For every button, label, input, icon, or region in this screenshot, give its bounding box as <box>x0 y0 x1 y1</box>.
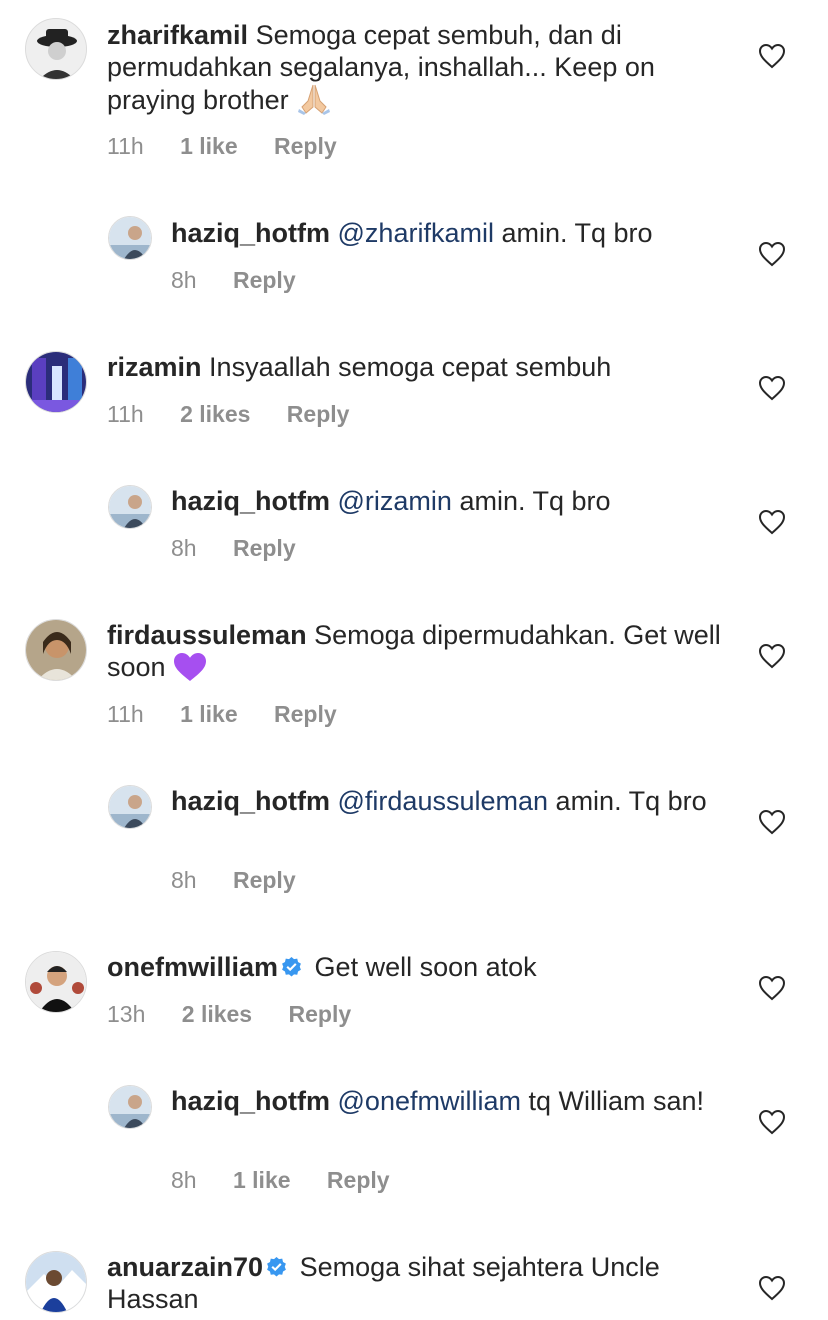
comment-time: 13h <box>107 1001 146 1027</box>
comment-time: 8h <box>171 867 197 893</box>
heart-outline-icon[interactable] <box>758 43 786 69</box>
heart-outline-icon[interactable] <box>758 509 786 535</box>
comment-time: 8h <box>171 267 197 293</box>
comment-username[interactable]: haziq_hotfm <box>171 1086 330 1116</box>
comment-meta: 11h 2 likes Reply <box>107 400 379 428</box>
reply-button[interactable]: Reply <box>327 1167 390 1193</box>
comment-username[interactable]: firdaussuleman <box>107 620 307 650</box>
reply-button[interactable]: Reply <box>233 267 296 293</box>
reply-button[interactable]: Reply <box>289 1001 352 1027</box>
avatar[interactable] <box>25 351 87 413</box>
avatar[interactable] <box>25 18 87 80</box>
reply-button[interactable]: Reply <box>287 401 350 427</box>
comment-text: haziq_hotfm @firdaussuleman amin. Tq bro <box>171 785 731 817</box>
mention-link[interactable]: @zharifkamil <box>338 218 494 248</box>
comment-body: amin. Tq bro <box>459 486 611 516</box>
comment-text: rizamin Insyaallah semoga cepat sembuh <box>107 351 737 383</box>
mention-link[interactable]: @onefmwilliam <box>338 1086 521 1116</box>
comment-text: anuarzain70 Semoga sihat sejahtera Uncle… <box>107 1251 737 1315</box>
heart-outline-icon[interactable] <box>758 975 786 1001</box>
reply-button[interactable]: Reply <box>233 535 296 561</box>
heart-outline-icon[interactable] <box>758 375 786 401</box>
comment-time: 11h <box>107 133 144 159</box>
comment-username[interactable]: anuarzain70 <box>107 1252 263 1282</box>
comment-time: 8h <box>171 535 197 561</box>
reply-button[interactable]: Reply <box>274 133 337 159</box>
avatar[interactable] <box>108 785 152 829</box>
avatar[interactable] <box>108 216 152 260</box>
comment-body: amin. Tq bro <box>501 218 653 248</box>
comment-meta: 11h 1 like Reply <box>107 132 367 160</box>
comment-meta: 8h Reply <box>171 866 326 894</box>
comment-time: 11h <box>107 401 144 427</box>
comment-username[interactable]: haziq_hotfm <box>171 218 330 248</box>
comment-likes[interactable]: 1 like <box>180 133 238 159</box>
purple-heart-icon <box>173 652 207 689</box>
avatar[interactable] <box>108 485 152 529</box>
comment-username[interactable]: haziq_hotfm <box>171 486 330 516</box>
comment-likes[interactable]: 2 likes <box>182 1001 252 1027</box>
verified-badge-icon <box>267 1256 286 1277</box>
avatar[interactable] <box>25 619 87 681</box>
comment-meta: 8h 1 like Reply <box>171 1166 420 1194</box>
comment-username[interactable]: onefmwilliam <box>107 952 278 982</box>
heart-outline-icon[interactable] <box>758 241 786 267</box>
comment-text: haziq_hotfm @zharifkamil amin. Tq bro <box>171 217 731 249</box>
comment-body: tq William san! <box>528 1086 705 1116</box>
comment-meta: 11h 1 like Reply <box>107 700 367 728</box>
mention-link[interactable]: @firdaussuleman <box>338 786 549 816</box>
comment-username[interactable]: haziq_hotfm <box>171 786 330 816</box>
mention-link[interactable]: @rizamin <box>338 486 452 516</box>
comment-meta: 13h 2 likes Reply <box>107 1000 381 1028</box>
heart-outline-icon[interactable] <box>758 1109 786 1135</box>
comment-text: haziq_hotfm @onefmwilliam tq William san… <box>171 1085 731 1117</box>
heart-outline-icon[interactable] <box>758 643 786 669</box>
reply-button[interactable]: Reply <box>274 701 337 727</box>
comment-username[interactable]: zharifkamil <box>107 20 248 50</box>
comment-time: 8h <box>171 1167 197 1193</box>
comment-likes[interactable]: 2 likes <box>180 401 250 427</box>
praying-hands-icon <box>296 83 332 122</box>
comment-meta: 8h Reply <box>171 266 326 294</box>
comment-body: Insyaallah semoga cepat sembuh <box>209 352 612 382</box>
comment-likes[interactable]: 1 like <box>180 701 238 727</box>
comment-text: haziq_hotfm @rizamin amin. Tq bro <box>171 485 731 517</box>
heart-outline-icon[interactable] <box>758 1275 786 1301</box>
verified-badge-icon <box>282 956 301 977</box>
comment-text: firdaussuleman Semoga dipermudahkan. Get… <box>107 619 737 689</box>
comment-likes[interactable]: 1 like <box>233 1167 291 1193</box>
comment-body: Get well soon atok <box>314 952 537 982</box>
comment-time: 11h <box>107 701 144 727</box>
comment-username[interactable]: rizamin <box>107 352 202 382</box>
avatar[interactable] <box>25 1251 87 1313</box>
comment-meta: 8h Reply <box>171 534 326 562</box>
comment-text: onefmwilliam Get well soon atok <box>107 951 737 983</box>
comment-text: zharifkamil Semoga cepat sembuh, dan di … <box>107 19 737 122</box>
avatar[interactable] <box>25 951 87 1013</box>
avatar[interactable] <box>108 1085 152 1129</box>
heart-outline-icon[interactable] <box>758 809 786 835</box>
comment-body: amin. Tq bro <box>555 786 707 816</box>
reply-button[interactable]: Reply <box>233 867 296 893</box>
